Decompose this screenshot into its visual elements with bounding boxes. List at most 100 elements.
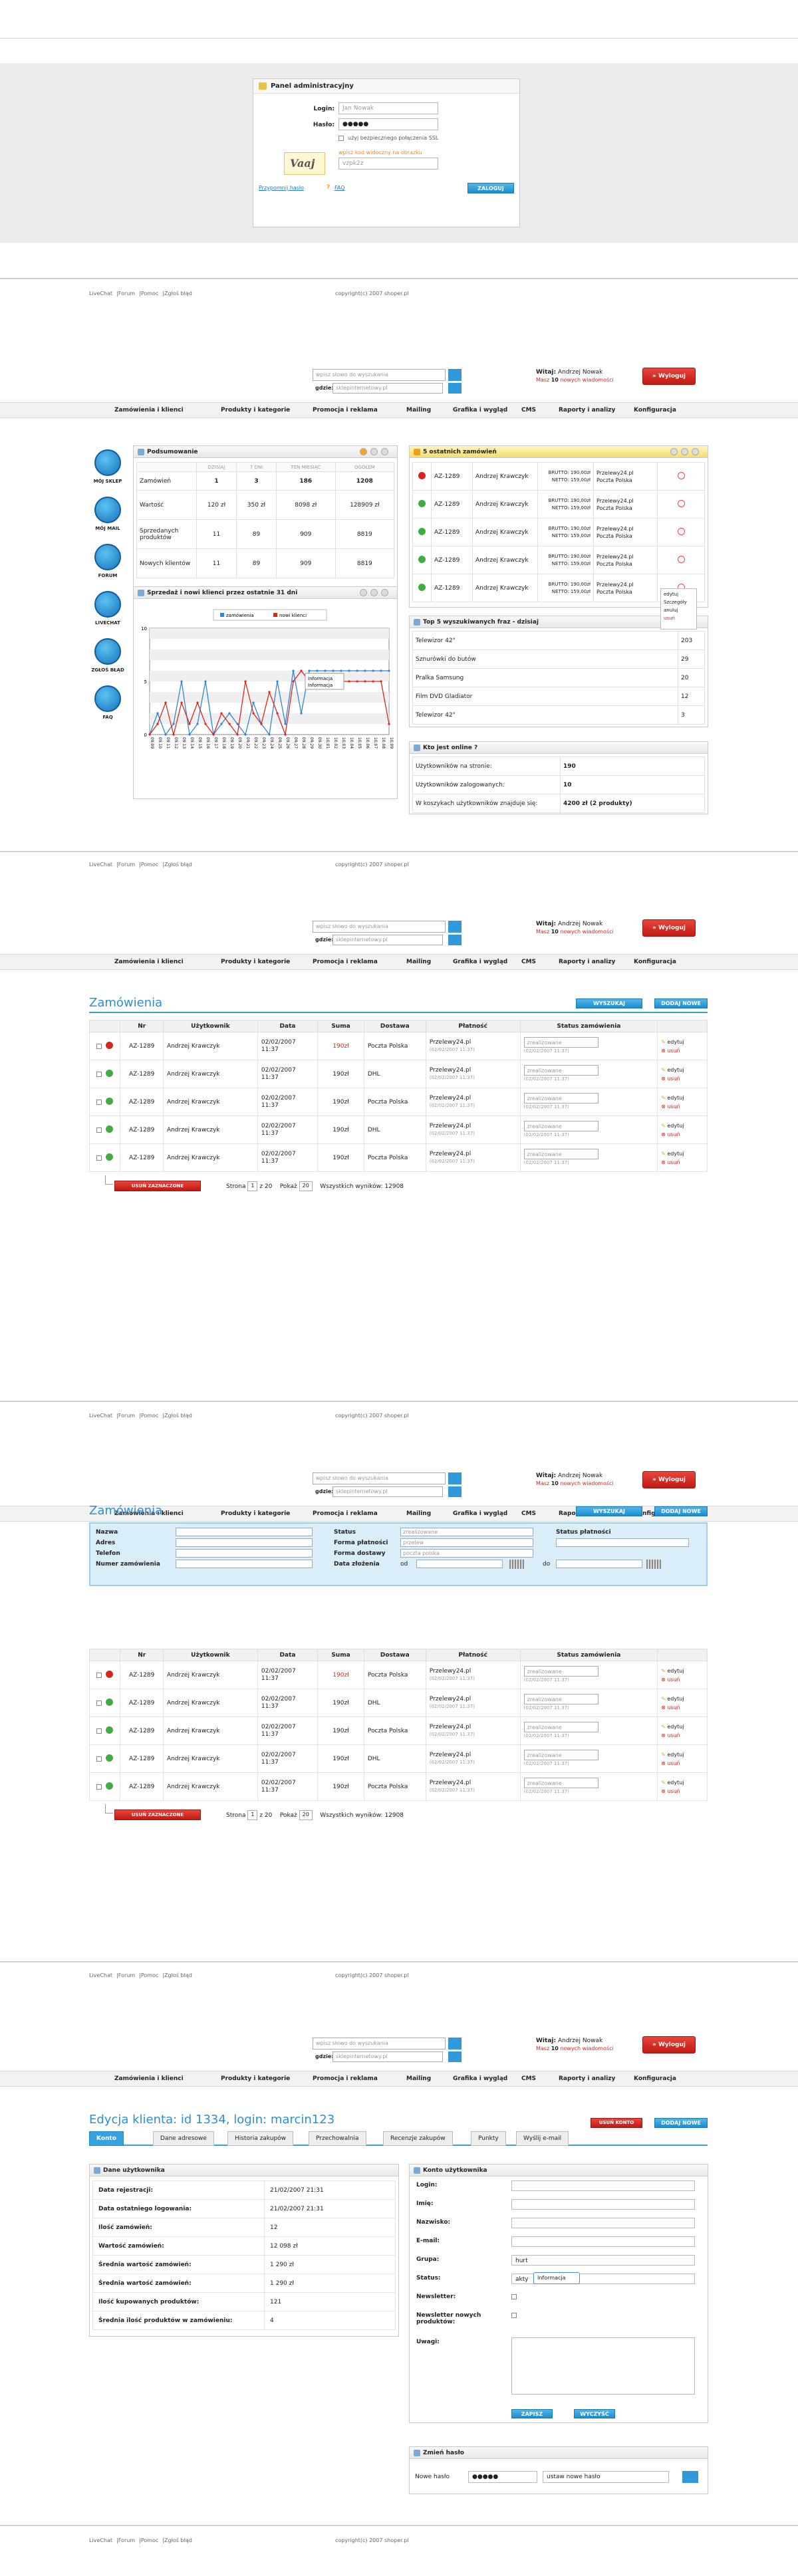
menu-item[interactable]: Grafika i wygląd <box>453 959 507 965</box>
filter-name-input[interactable] <box>176 1528 313 1536</box>
order-number[interactable]: AZ-1289 <box>120 1772 164 1801</box>
data-point[interactable] <box>204 723 207 725</box>
row-checkbox[interactable] <box>96 1043 102 1049</box>
data-point[interactable] <box>380 669 382 672</box>
footer-link[interactable]: Forum <box>118 2537 135 2543</box>
search-phrase[interactable]: Sznurówki do butów <box>412 649 678 669</box>
sidebar-shortcut[interactable]: ZGŁOŚ BŁĄD <box>89 638 126 675</box>
row-checkbox[interactable] <box>96 1672 102 1678</box>
row-checkbox[interactable] <box>96 1071 102 1077</box>
footer-link[interactable]: LiveChat <box>89 862 112 868</box>
calendar-icon[interactable] <box>509 1560 524 1569</box>
table-row[interactable]: AZ-1289 Andrzej Krawczyk 02/02/2007 11:3… <box>88 1115 708 1144</box>
data-point[interactable] <box>252 701 255 704</box>
login-button[interactable]: ZALOGUJ <box>467 183 514 193</box>
footer-link[interactable]: Zgłoś błąd <box>164 291 192 296</box>
settings-icon[interactable] <box>370 589 378 596</box>
add-new-button[interactable]: DODAJ NOWE <box>654 1506 708 1516</box>
menu-item[interactable]: Grafika i wygląd <box>453 1510 507 1517</box>
delete-account-button[interactable]: USUŃ KONTO <box>591 2118 642 2128</box>
column-header[interactable] <box>88 1020 121 1032</box>
menu-item[interactable]: Mailing <box>406 959 431 965</box>
clear-button[interactable]: WYCZYŚĆ <box>574 2409 615 2418</box>
data-point[interactable] <box>372 680 374 683</box>
filter-payment-select[interactable]: przelew <box>400 1538 533 1547</box>
data-point[interactable] <box>180 680 183 683</box>
table-row[interactable]: AZ-1289 Andrzej Krawczyk 02/02/2007 11:3… <box>88 1143 708 1172</box>
order-number[interactable]: AZ-1289 <box>120 1032 164 1060</box>
column-header[interactable]: Status zamówienia <box>519 1020 658 1032</box>
faq-link[interactable]: FAQ <box>334 185 345 191</box>
data-point[interactable] <box>316 669 319 672</box>
menu-item[interactable]: Zamówienia i klienci <box>114 407 184 413</box>
filter-date-from[interactable] <box>416 1560 503 1568</box>
logout-button[interactable]: » Wyloguj <box>642 368 696 385</box>
delete-link[interactable]: ⊗ usuń <box>661 1130 704 1139</box>
data-point[interactable] <box>268 733 271 736</box>
account-input[interactable] <box>511 2180 695 2191</box>
data-point[interactable] <box>212 733 215 736</box>
search-button[interactable] <box>448 1472 462 1484</box>
footer-link[interactable]: Forum <box>118 291 135 296</box>
column-header[interactable] <box>657 1649 708 1661</box>
tab[interactable]: Punkty <box>471 2131 506 2146</box>
data-point[interactable] <box>372 669 374 672</box>
status-select[interactable]: zrealizowane <box>523 1065 598 1076</box>
data-point[interactable] <box>340 669 342 672</box>
row-checkbox[interactable] <box>96 1127 102 1133</box>
per-page-select[interactable]: 20 <box>299 1810 313 1820</box>
column-header[interactable]: Dostawa <box>363 1649 426 1661</box>
edit-link[interactable]: ✎ edytuj <box>661 1667 704 1675</box>
edit-link[interactable]: ✎ edytuj <box>661 1778 704 1787</box>
menu-item[interactable]: CMS <box>521 1510 536 1517</box>
menu-item[interactable]: Produkty i kategorie <box>221 2075 290 2082</box>
close-icon[interactable] <box>692 448 699 455</box>
context-details[interactable]: Szczegóły <box>664 598 694 606</box>
menu-item[interactable]: Produkty i kategorie <box>221 407 290 413</box>
minimize-icon[interactable] <box>670 448 678 455</box>
where-go-button[interactable] <box>448 383 462 394</box>
column-header[interactable]: Data <box>257 1649 319 1661</box>
table-row[interactable]: Pralka Samsung 20 <box>412 668 705 687</box>
settings-icon[interactable] <box>370 448 378 455</box>
menu-item[interactable]: Mailing <box>406 407 431 413</box>
menu-item[interactable]: Konfiguracja <box>634 407 676 413</box>
minimize-icon[interactable] <box>360 448 367 455</box>
context-cancel[interactable]: anuluj <box>664 606 694 614</box>
order-number[interactable]: AZ-1289 <box>120 1744 164 1773</box>
messages[interactable]: Masz 10 nowych wiadomości <box>536 929 614 935</box>
context-edit[interactable]: edytuj <box>664 590 694 598</box>
table-row[interactable]: AZ-1289 Andrzej Krawczyk 02/02/2007 11:3… <box>88 1772 708 1801</box>
filter-delivery-select[interactable]: poczta polska <box>400 1549 533 1558</box>
status-select[interactable]: zrealizowane <box>523 1093 598 1104</box>
status-select[interactable]: zrealizowane <box>523 1694 598 1704</box>
order-id[interactable]: AZ-1289 <box>431 490 473 519</box>
newsletter-checkbox[interactable] <box>511 2294 517 2299</box>
status-select[interactable]: zrealizowane <box>523 1666 598 1677</box>
data-point[interactable] <box>308 669 311 672</box>
close-icon[interactable] <box>381 589 388 596</box>
settings-icon[interactable] <box>681 448 688 455</box>
column-header[interactable]: Dostawa <box>363 1020 426 1032</box>
delete-link[interactable]: ⊗ usuń <box>661 1675 704 1684</box>
table-row[interactable]: AZ-1289 Andrzej Krawczyk BRUTTO: 190,00z… <box>412 490 705 519</box>
data-point[interactable] <box>236 723 239 725</box>
add-new-button[interactable]: DODAJ NOWE <box>654 2118 708 2128</box>
order-number[interactable]: AZ-1289 <box>120 1661 164 1689</box>
footer-link[interactable]: Zgłoś błąd <box>164 1972 192 1978</box>
order-id[interactable]: AZ-1289 <box>431 546 473 574</box>
data-point[interactable] <box>276 712 279 715</box>
table-row[interactable]: AZ-1289 Andrzej Krawczyk BRUTTO: 190,00z… <box>412 462 705 491</box>
menu-item[interactable]: Promocja i reklama <box>313 407 378 413</box>
edit-link[interactable]: ✎ edytuj <box>661 1038 704 1046</box>
logout-button[interactable]: » Wyloguj <box>642 1471 696 1488</box>
filter-status-select[interactable]: zrealizowane <box>400 1528 533 1536</box>
row-checkbox[interactable] <box>96 1756 102 1762</box>
order-id[interactable]: AZ-1289 <box>431 518 473 546</box>
data-point[interactable] <box>284 733 287 736</box>
data-point[interactable] <box>292 680 295 683</box>
row-checkbox[interactable] <box>96 1700 102 1706</box>
column-header[interactable]: Płatność <box>425 1649 521 1661</box>
status-select[interactable]: zrealizowane <box>523 1149 598 1159</box>
sidebar-shortcut[interactable]: FORUM <box>89 544 126 581</box>
